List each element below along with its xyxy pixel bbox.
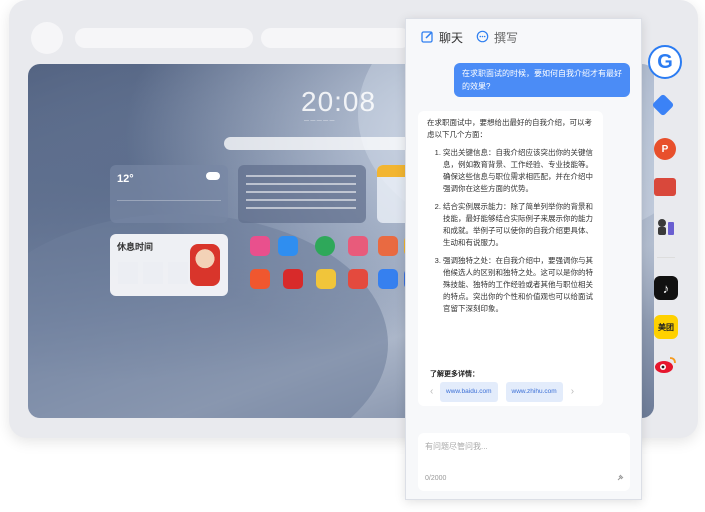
app-icon-zhihu[interactable] [378, 269, 398, 289]
browser-tab-placeholder [75, 28, 253, 48]
app-icon-iqiyi[interactable] [250, 236, 270, 256]
app-icon-app[interactable] [378, 236, 398, 256]
more-details-label: 了解更多详情： [430, 371, 479, 378]
time-boxes [118, 262, 188, 284]
app-icon-app[interactable] [348, 236, 368, 256]
browser-tab-placeholder [261, 28, 411, 48]
source-links: ‹ www.baidu.com www.zhihu.com › [430, 382, 595, 402]
forecast-row [117, 200, 221, 215]
chevron-right-icon[interactable]: › [571, 386, 581, 398]
weather-temp: 12° [117, 173, 134, 185]
ai-chat-panel: 聊天 撰写 在求职面试的时候，要如何自我介绍才有最好的效果? 在求职面试中，要想… [405, 18, 642, 500]
tab-chat-label: 聊天 [439, 31, 464, 45]
chess-icon[interactable] [655, 216, 677, 238]
app-icon-app[interactable] [283, 269, 303, 289]
answer-intro: 在求职面试中，要想给出最好的自我介绍，可以考虑以下几个方面： [427, 118, 592, 139]
g-logo-icon[interactable]: G [648, 45, 682, 79]
powerpoint-icon[interactable]: P [654, 138, 676, 160]
app-icon-taobao[interactable] [250, 269, 270, 289]
weather-widget[interactable]: 12° [110, 165, 228, 223]
sidebar-divider [657, 257, 675, 258]
char-counter: 0/2000 [425, 475, 447, 482]
rest-time-title: 休息时间 [117, 242, 154, 252]
app-icon-browser[interactable] [315, 236, 335, 256]
source-link[interactable]: www.zhihu.com [505, 382, 563, 402]
toolbox-icon[interactable] [654, 178, 676, 196]
santa-illustration [190, 244, 220, 286]
browser-avatar-placeholder [31, 22, 63, 54]
edit-icon [421, 30, 434, 46]
assistant-answer: 在求职面试中，要想给出最好的自我介绍，可以考虑以下几个方面： 突出关键信息：自我… [418, 111, 603, 406]
answer-point: 强调独特之处：在自我介绍中，要强调你与其他候选人的区别和独特之处。这可以是你的特… [443, 255, 594, 315]
tiktok-icon[interactable]: ♪ [654, 276, 678, 300]
cloud-icon [206, 172, 220, 180]
source-link[interactable]: www.baidu.com [440, 382, 498, 402]
answer-points: 突出关键信息：自我介绍应该突出你的关键信息，例如教育背景、工作经验、专业技能等。… [427, 147, 594, 315]
tab-compose[interactable]: 撰写 [476, 29, 518, 46]
panel-tabs: 聊天 撰写 [406, 19, 641, 53]
answer-point: 突出关键信息：自我介绍应该突出你的关键信息，例如教育背景、工作经验、专业技能等。… [443, 147, 594, 195]
app-icon-app[interactable] [316, 269, 336, 289]
rest-time-widget[interactable]: 休息时间 [110, 234, 228, 296]
pin-icon[interactable] [616, 474, 624, 484]
tab-compose-label: 撰写 [494, 31, 519, 45]
answer-point: 结合实例展示能力：除了简单列举你的背景和技能，最好能够结合实际例子来展示你的能力… [443, 201, 594, 249]
date-text: — — — — — [304, 118, 335, 124]
news-widget[interactable] [238, 165, 366, 223]
app-icon-zhihu[interactable] [278, 236, 298, 256]
chevron-left-icon[interactable]: ‹ [430, 386, 440, 398]
user-message-bubble: 在求职面试的时候，要如何自我介绍才有最好的效果? [454, 63, 630, 97]
weibo-icon[interactable] [654, 355, 678, 375]
clock-text: 20:08 [301, 86, 377, 117]
chat-input-placeholder: 有问题尽管问我... [425, 442, 488, 451]
chat-input-box[interactable]: 有问题尽管问我... 0/2000 [418, 433, 630, 491]
app-icon-weibo[interactable] [348, 269, 368, 289]
meituan-icon[interactable]: 美团 [654, 315, 678, 339]
chat-bubble-icon [476, 30, 489, 46]
news-lines [246, 175, 356, 213]
tab-chat[interactable]: 聊天 [421, 29, 463, 46]
